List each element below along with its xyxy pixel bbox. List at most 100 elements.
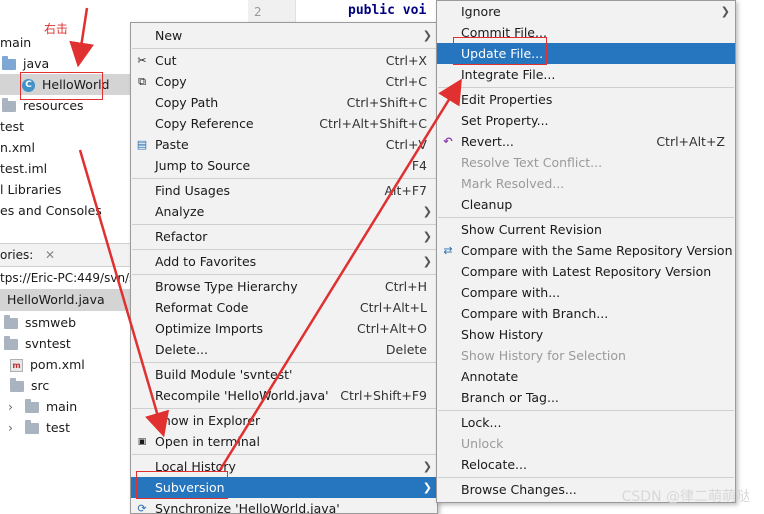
annotation-box-helloworld: [20, 72, 103, 100]
tree-item-libraries[interactable]: l Libraries: [0, 179, 61, 200]
tree-item-iml[interactable]: test.iml: [0, 158, 47, 179]
annotation-box-subversion: [136, 471, 228, 499]
svn-item-annotate[interactable]: Annotate: [437, 366, 735, 387]
tree-item-main[interactable]: main: [0, 32, 31, 53]
tree-item-label: l Libraries: [0, 182, 62, 197]
menu-item-open-in-terminal[interactable]: ▣ Open in terminal: [131, 431, 437, 452]
tree-item-label: pom.xml: [29, 357, 85, 372]
chevron-right-icon: ❯: [422, 255, 432, 268]
menu-item-new[interactable]: New ❯: [131, 25, 437, 46]
chevron-right-icon: ❯: [422, 230, 432, 243]
chevron-right-icon: ❯: [422, 205, 432, 218]
svn-item-relocate[interactable]: Relocate...: [437, 454, 735, 475]
chevron-right-icon: ❯: [720, 5, 730, 18]
folder-icon: [4, 336, 18, 350]
menu-item-browse-type-hierarchy[interactable]: Browse Type Hierarchy Ctrl+H: [131, 276, 437, 297]
annotation-note: 右击: [44, 22, 69, 36]
compare-icon: ⇄: [443, 244, 453, 257]
svn-item-edit-properties[interactable]: Edit Properties: [437, 89, 735, 110]
context-menu: New ❯ ✂ Cut Ctrl+X ⧉ Copy Ctrl+C Copy Path Ctr…: [130, 22, 438, 514]
menu-item-copy-reference[interactable]: Copy Reference Ctrl+Alt+Shift+C: [131, 113, 437, 134]
tree-item-label: test: [45, 420, 70, 435]
menu-item-show-in-explorer[interactable]: Show in Explorer: [131, 410, 437, 431]
tree-item-label: test: [0, 119, 25, 134]
menu-item-jump-to-source[interactable]: Jump to Source F4: [131, 155, 437, 176]
menu-item-add-to-favorites[interactable]: Add to Favorites ❯: [131, 251, 437, 272]
tree-item-label: test.iml: [0, 161, 48, 176]
cut-icon: ✂: [137, 54, 147, 67]
tree-item-pom[interactable]: n.xml: [0, 137, 35, 158]
subversion-submenu: Ignore ❯ Commit File... Update File... In…: [436, 0, 736, 503]
repo-item-pom[interactable]: m pom.xml: [10, 354, 85, 375]
svn-item-ignore[interactable]: Ignore ❯: [437, 1, 735, 22]
tree-item-label: svntest: [24, 336, 71, 351]
panel-title: ories:: [0, 248, 34, 262]
menu-item-copy[interactable]: ⧉ Copy Ctrl+C: [131, 71, 437, 92]
line-number: 2: [254, 5, 262, 19]
folder-icon: [2, 56, 16, 70]
tree-item-label: ssmweb: [24, 315, 77, 330]
background-area: [735, 0, 764, 514]
repo-item-svntest[interactable]: svntest: [4, 333, 71, 354]
close-icon[interactable]: ✕: [45, 244, 55, 266]
chevron-right-icon: ❯: [422, 460, 432, 473]
watermark: CSDN @律二萌萌哒: [621, 489, 750, 505]
repo-item-ssmweb[interactable]: ssmweb: [4, 312, 76, 333]
tree-item-scratches[interactable]: es and Consoles: [0, 200, 102, 221]
svn-item-show-history[interactable]: Show History: [437, 324, 735, 345]
folder-icon: [24, 399, 39, 413]
menu-item-synchronize[interactable]: ⟳ Synchronize 'HelloWorld.java': [131, 498, 437, 514]
svn-item-show-history-for-selection[interactable]: Show History for Selection: [437, 345, 735, 366]
svn-item-resolve-text-conflict[interactable]: Resolve Text Conflict...: [437, 152, 735, 173]
svn-item-set-property[interactable]: Set Property...: [437, 110, 735, 131]
svn-item-branch-or-tag[interactable]: Branch or Tag...: [437, 387, 735, 408]
menu-item-find-usages[interactable]: Find Usages Alt+F7: [131, 180, 437, 201]
code-line: public voi: [348, 3, 427, 18]
svn-item-compare-with[interactable]: Compare with...: [437, 282, 735, 303]
svn-item-mark-resolved[interactable]: Mark Resolved...: [437, 173, 735, 194]
menu-item-recompile[interactable]: Recompile 'HelloWorld.java' Ctrl+Shift+F9: [131, 385, 437, 406]
menu-item-analyze[interactable]: Analyze ❯: [131, 201, 437, 222]
folder-icon: [24, 420, 39, 434]
terminal-icon: ▣: [137, 437, 147, 447]
chevron-right-icon: ❯: [422, 29, 432, 42]
tree-item-java[interactable]: java: [2, 53, 49, 74]
tree-item-label: main: [0, 35, 32, 50]
tree-item-label: src: [30, 378, 50, 393]
menu-item-refactor[interactable]: Refactor ❯: [131, 226, 437, 247]
paste-icon: ▤: [136, 138, 148, 151]
maven-file-icon: m: [10, 359, 23, 372]
tree-item-label: es and Consoles: [0, 203, 102, 218]
chevron-right-icon[interactable]: ›: [8, 420, 13, 435]
svn-item-revert[interactable]: ↶ Revert... Ctrl+Alt+Z: [437, 131, 735, 152]
svn-item-compare-with-branch[interactable]: Compare with Branch...: [437, 303, 735, 324]
editor-gutter: 2: [248, 0, 296, 24]
repo-item-main[interactable]: › main: [8, 396, 77, 417]
menu-item-reformat-code[interactable]: Reformat Code Ctrl+Alt+L: [131, 297, 437, 318]
repo-item-test[interactable]: › test: [8, 417, 70, 438]
sync-icon: ⟳: [137, 502, 147, 514]
revert-icon: ↶: [443, 135, 453, 148]
annotation-box-update-file: [453, 37, 547, 65]
svn-item-compare-latest-repo-version[interactable]: Compare with Latest Repository Version: [437, 261, 735, 282]
svn-item-lock[interactable]: Lock...: [437, 412, 735, 433]
repo-item-src[interactable]: src: [10, 375, 49, 396]
copy-icon: ⧉: [138, 75, 146, 88]
svn-item-integrate-file[interactable]: Integrate File...: [437, 64, 735, 85]
tree-item-label: n.xml: [0, 140, 35, 155]
svn-item-show-current-revision[interactable]: Show Current Revision: [437, 219, 735, 240]
chevron-right-icon[interactable]: ›: [8, 399, 13, 414]
svn-item-compare-same-repo-version[interactable]: ⇄ Compare with the Same Repository Versio…: [437, 240, 735, 261]
menu-item-cut[interactable]: ✂ Cut Ctrl+X: [131, 50, 437, 71]
tree-item-test[interactable]: test: [0, 116, 24, 137]
svn-item-cleanup[interactable]: Cleanup: [437, 194, 735, 215]
folder-icon: [10, 378, 24, 392]
svn-item-unlock[interactable]: Unlock: [437, 433, 735, 454]
tree-item-label: main: [45, 399, 78, 414]
menu-item-copy-path[interactable]: Copy Path Ctrl+Shift+C: [131, 92, 437, 113]
menu-item-optimize-imports[interactable]: Optimize Imports Ctrl+Alt+O: [131, 318, 437, 339]
tree-item-label: java: [22, 56, 50, 71]
menu-item-delete[interactable]: Delete... Delete: [131, 339, 437, 360]
menu-item-build-module[interactable]: Build Module 'svntest': [131, 364, 437, 385]
menu-item-paste[interactable]: ▤ Paste Ctrl+V: [131, 134, 437, 155]
